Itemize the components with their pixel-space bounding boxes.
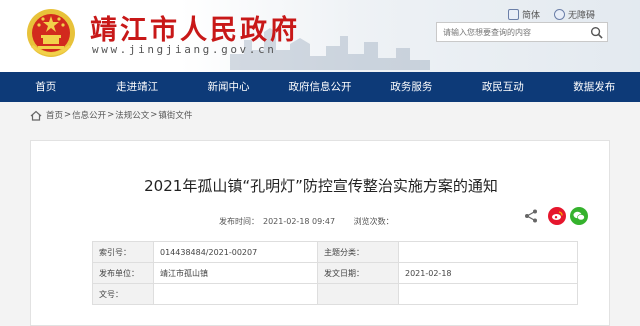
- site-url: www.jingjiang.gov.cn: [92, 43, 277, 56]
- nav-item-news-center[interactable]: 新闻中心: [183, 72, 274, 102]
- topic-category-value: [398, 241, 578, 263]
- search-icon[interactable]: [590, 26, 603, 39]
- breadcrumb-separator: >: [64, 110, 72, 120]
- national-emblem-icon: [27, 9, 75, 57]
- weibo-icon: [552, 211, 563, 220]
- breadcrumb-home[interactable]: 首页: [46, 109, 63, 121]
- site-header: 靖江市人民政府 www.jingjiang.gov.cn 简体 无障碍: [0, 0, 640, 72]
- simplified-chinese-icon: [508, 8, 519, 20]
- share-bar: [523, 207, 588, 225]
- wechat-share-button[interactable]: [570, 207, 588, 225]
- index-number-value: 014438484/2021-00207: [153, 241, 318, 263]
- article-meta: 发布时间： 2021-02-18 09:47 浏览次数：: [219, 216, 402, 227]
- wechat-icon: [573, 211, 585, 221]
- share-icon[interactable]: [523, 208, 539, 224]
- accessibility-icon: [554, 8, 566, 20]
- article-title: 2021年孤山镇“孔明灯”防控宣传整治实施方案的通知: [144, 177, 498, 195]
- publishing-unit-label: 发布单位：: [92, 262, 154, 284]
- accessibility-label: 无障碍: [568, 10, 596, 21]
- breadcrumb-town-documents[interactable]: 镇街文件: [158, 109, 192, 121]
- top-links: 简体 无障碍: [508, 7, 609, 21]
- breadcrumb: 首页 > 信息公开 > 法规公文 > 镇街文件: [30, 109, 192, 121]
- publishing-unit-value: 靖江市孤山镇: [153, 262, 318, 284]
- nav-item-data-release[interactable]: 数据发布: [549, 72, 640, 102]
- nav-item-gov-services[interactable]: 政务服务: [366, 72, 457, 102]
- accessibility-link[interactable]: 无障碍: [554, 8, 595, 21]
- simplified-chinese-label: 简体: [522, 10, 541, 21]
- issue-date-value: 2021-02-18: [398, 262, 578, 284]
- table-cell-empty-value: [398, 283, 578, 305]
- publish-time-label: 发布时间：: [219, 217, 259, 226]
- table-row: 文号：: [92, 283, 578, 305]
- nav-item-public-interaction[interactable]: 政民互动: [457, 72, 548, 102]
- article-card: 2021年孤山镇“孔明灯”防控宣传整治实施方案的通知 发布时间： 2021-02-…: [30, 140, 610, 326]
- publish-time-value: 2021-02-18 09:47: [263, 217, 336, 226]
- table-cell-empty-label: [317, 283, 399, 305]
- weibo-share-button[interactable]: [548, 207, 566, 225]
- breadcrumb-info-disclosure[interactable]: 信息公开: [72, 109, 106, 121]
- search-input[interactable]: [437, 23, 587, 41]
- view-count-label: 浏览次数：: [353, 217, 394, 226]
- table-row: 索引号： 014438484/2021-00207 主题分类：: [92, 241, 578, 263]
- document-info-table: 索引号： 014438484/2021-00207 主题分类： 发布单位： 靖江…: [92, 241, 578, 305]
- breadcrumb-separator: >: [150, 110, 158, 120]
- nav-item-home[interactable]: 首页: [0, 72, 91, 102]
- topic-category-label: 主题分类：: [317, 241, 399, 263]
- nav-item-gov-info-disclosure[interactable]: 政府信息公开: [274, 72, 365, 102]
- breadcrumb-regulations[interactable]: 法规公文: [115, 109, 149, 121]
- index-number-label: 索引号：: [92, 241, 154, 263]
- home-icon: [30, 110, 42, 121]
- table-row: 发布单位： 靖江市孤山镇 发文日期： 2021-02-18: [92, 262, 578, 284]
- main-nav: 首页 走进靖江 新闻中心 政府信息公开 政务服务 政民互动 数据发布: [0, 72, 640, 102]
- breadcrumb-separator: >: [107, 110, 115, 120]
- simplified-chinese-link[interactable]: 简体: [508, 8, 540, 21]
- issue-date-label: 发文日期：: [317, 262, 399, 284]
- document-number-value: [153, 283, 318, 305]
- search-box: [436, 22, 608, 42]
- site-title: 靖江市人民政府: [90, 15, 300, 46]
- nav-item-about-jingjiang[interactable]: 走进靖江: [91, 72, 182, 102]
- document-number-label: 文号：: [92, 283, 154, 305]
